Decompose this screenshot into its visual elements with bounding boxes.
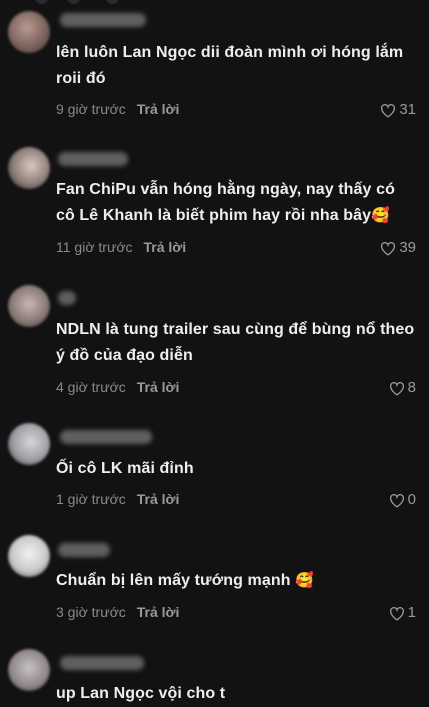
like-count: 31: [399, 101, 416, 118]
reply-button[interactable]: Trả lời: [137, 379, 180, 395]
like-button[interactable]: 1: [389, 603, 416, 623]
heart-outline-icon: [389, 606, 404, 621]
smiling-face-hearts-emoji: 🥰: [371, 207, 390, 224]
heart-outline-icon: [381, 103, 396, 118]
avatar[interactable]: [8, 535, 50, 577]
like-count: 39: [399, 239, 416, 256]
username-blurred[interactable]: [60, 656, 144, 670]
heart-outline-icon: [381, 241, 396, 256]
heart-outline-icon: [389, 493, 404, 508]
comment-meta: 11 giờ trước Trả lời: [56, 237, 186, 257]
heart-outline-icon: [389, 381, 404, 396]
like-button[interactable]: 39: [380, 238, 416, 258]
comment-text: Chuẩn bị lên mấy tướng mạnh 🥰: [56, 568, 416, 594]
avatar[interactable]: [8, 11, 50, 53]
username-blurred[interactable]: [58, 152, 128, 166]
username-blurred[interactable]: [58, 543, 110, 557]
comment-time: 1 giờ trước: [56, 491, 126, 507]
comment-time: 11 giờ trước: [56, 239, 133, 255]
smiling-face-hearts-emoji: 🥰: [295, 572, 314, 589]
previous-row-fragment: [0, 0, 429, 8]
like-count: 8: [407, 379, 416, 396]
avatar[interactable]: [8, 285, 50, 327]
comment-meta: 3 giờ trước Trả lời: [56, 602, 179, 622]
like-button[interactable]: 8: [389, 378, 416, 398]
comment-meta: 4 giờ trước Trả lời: [56, 377, 179, 397]
comment-text: Ối cô LK mãi đỉnh: [56, 460, 194, 477]
like-count: 0: [407, 491, 416, 508]
reply-button[interactable]: Trả lời: [137, 604, 180, 620]
username-blurred[interactable]: [60, 430, 152, 444]
username-blurred[interactable]: [60, 13, 146, 27]
avatar[interactable]: [8, 147, 50, 189]
comment-time: 3 giờ trước: [56, 604, 126, 620]
comment-text: NDLN là tung trailer sau cùng để bùng nổ…: [56, 321, 415, 364]
comment-text: lên luôn Lan Ngọc dii đoàn mình ơi hóng …: [56, 44, 404, 87]
reply-button[interactable]: Trả lời: [144, 239, 187, 255]
like-button[interactable]: 31: [380, 100, 416, 120]
avatar[interactable]: [8, 649, 50, 691]
comment-text-body: Fan ChiPu vẫn hóng hằng ngày, nay thấy c…: [56, 181, 395, 224]
comment-meta: 9 giờ trước Trả lời: [56, 99, 179, 119]
like-button[interactable]: 0: [389, 490, 416, 510]
comment-text: up Lan Ngọc vội cho t: [56, 685, 226, 702]
like-count: 1: [407, 604, 416, 621]
comment-time: 9 giờ trước: [56, 101, 126, 117]
comment-time: 4 giờ trước: [56, 379, 126, 395]
avatar[interactable]: [8, 423, 50, 465]
reply-button[interactable]: Trả lời: [137, 101, 180, 117]
comment-text: Fan ChiPu vẫn hóng hằng ngày, nay thấy c…: [56, 177, 416, 229]
comment-text-body: Chuẩn bị lên mấy tướng mạnh: [56, 572, 291, 589]
comment-meta: 1 giờ trước Trả lời: [56, 489, 179, 509]
username-blurred[interactable]: [58, 291, 76, 305]
reply-button[interactable]: Trả lời: [137, 491, 180, 507]
